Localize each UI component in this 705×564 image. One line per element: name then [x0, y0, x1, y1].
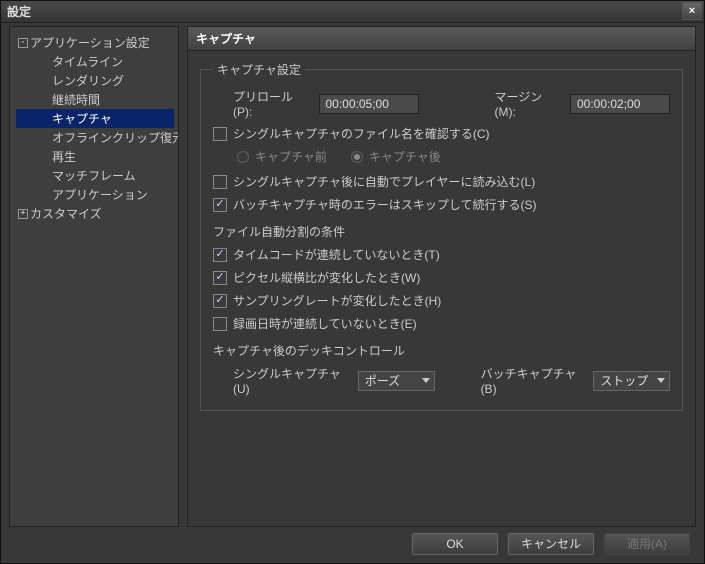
split-samplerate-checkbox[interactable] — [213, 294, 227, 308]
cancel-button[interactable]: キャンセル — [508, 533, 594, 555]
radio-after-capture — [351, 151, 363, 163]
apply-button: 適用(A) — [604, 533, 690, 555]
skip-errors-label[interactable]: バッチキャプチャ時のエラーはスキップして続行する(S) — [233, 196, 537, 213]
deck-single-value: ポーズ — [365, 372, 400, 389]
deck-batch-value: ストップ — [600, 372, 648, 389]
section-title: キャプチャ — [187, 26, 696, 50]
skip-errors-checkbox[interactable] — [213, 198, 227, 212]
split-samplerate-label[interactable]: サンプリングレートが変化したとき(H) — [233, 292, 441, 309]
split-recorddate-label[interactable]: 録画日時が連続していないとき(E) — [233, 315, 417, 332]
deck-batch-combo[interactable]: ストップ — [593, 371, 670, 391]
split-recorddate-checkbox[interactable] — [213, 317, 227, 331]
tree-item-rendering[interactable]: レンダリング — [16, 71, 174, 90]
split-timecode-label[interactable]: タイムコードが連続していないとき(T) — [233, 246, 440, 263]
preroll-label: プリロール(P): — [233, 88, 311, 119]
ok-button[interactable]: OK — [412, 533, 498, 555]
radio-before-label: キャプチャ前 — [255, 148, 327, 165]
tree-item-matchframe[interactable]: マッチフレーム — [16, 166, 174, 185]
title-bar: 設定 × — [1, 1, 704, 23]
settings-dialog: 設定 × アプリケーション設定 タイムライン レンダリング 継続時間 キャプチャ… — [0, 0, 705, 564]
tree-item-capture[interactable]: キャプチャ — [16, 109, 174, 128]
split-pixel-checkbox[interactable] — [213, 271, 227, 285]
close-button[interactable]: × — [682, 2, 702, 20]
chevron-down-icon — [422, 378, 430, 383]
tree-item-timeline[interactable]: タイムライン — [16, 52, 174, 71]
preroll-input[interactable] — [319, 94, 419, 114]
radio-before-capture — [237, 151, 249, 163]
tree-root-customize[interactable]: カスタマイズ — [16, 204, 174, 223]
tree-item-application[interactable]: アプリケーション — [16, 185, 174, 204]
deck-control-header: キャプチャ後のデッキコントロール — [213, 342, 670, 359]
confirm-filename-checkbox[interactable] — [213, 127, 227, 141]
tree-item-duration[interactable]: 継続時間 — [16, 90, 174, 109]
deck-single-combo[interactable]: ポーズ — [358, 371, 435, 391]
split-conditions-header: ファイル自動分割の条件 — [213, 223, 670, 240]
window-title: 設定 — [7, 3, 31, 20]
chevron-down-icon — [657, 378, 665, 383]
deck-single-label: シングルキャプチャ(U) — [233, 365, 352, 396]
margin-label: マージン(M): — [495, 88, 563, 119]
capture-settings-fieldset: キャプチャ設定 プリロール(P): マージン(M): シングルキャプチャのファイ… — [200, 61, 683, 411]
tree-root-app-settings[interactable]: アプリケーション設定 — [16, 33, 174, 52]
split-pixel-label[interactable]: ピクセル縦横比が変化したとき(W) — [233, 269, 420, 286]
right-panel: キャプチャ キャプチャ設定 プリロール(P): マージン(M): シングルキャプ… — [187, 26, 696, 527]
radio-after-label: キャプチャ後 — [369, 148, 441, 165]
margin-input[interactable] — [570, 94, 670, 114]
split-timecode-checkbox[interactable] — [213, 248, 227, 262]
autoload-player-checkbox[interactable] — [213, 175, 227, 189]
fieldset-legend: キャプチャ設定 — [213, 61, 305, 78]
dialog-footer: OK キャンセル 適用(A) — [1, 531, 704, 557]
section-body: キャプチャ設定 プリロール(P): マージン(M): シングルキャプチャのファイ… — [187, 50, 696, 527]
deck-batch-label: バッチキャプチャ(B) — [481, 365, 588, 396]
tree-item-playback[interactable]: 再生 — [16, 147, 174, 166]
confirm-filename-label[interactable]: シングルキャプチャのファイル名を確認する(C) — [233, 125, 490, 142]
tree-item-offline[interactable]: オフラインクリップ復元 — [16, 128, 174, 147]
settings-tree[interactable]: アプリケーション設定 タイムライン レンダリング 継続時間 キャプチャ オフライ… — [9, 26, 179, 527]
autoload-player-label[interactable]: シングルキャプチャ後に自動でプレイヤーに読み込む(L) — [233, 173, 535, 190]
